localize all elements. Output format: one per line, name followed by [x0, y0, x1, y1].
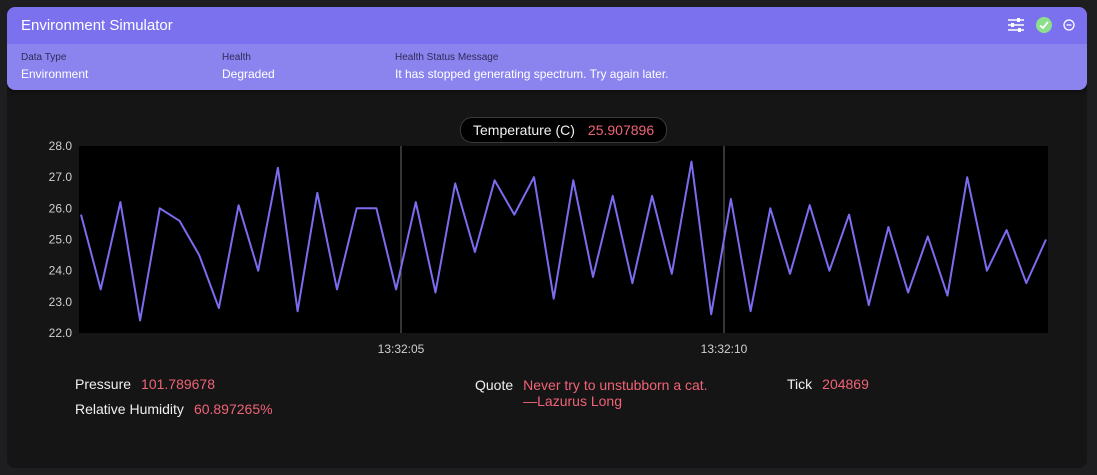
tick-label: Tick — [787, 376, 813, 392]
y-tick-label: 25.0 — [49, 233, 73, 247]
x-tick-label: 13:32:10 — [701, 342, 748, 356]
humidity-value: 60.897265% — [193, 401, 273, 417]
y-tick-label: 27.0 — [49, 170, 73, 184]
quote-author: —Lazurus Long — [523, 393, 622, 409]
quote-stat: Quote Never try to unstubborn a cat. —La… — [475, 377, 708, 409]
x-tick-label: 13:32:05 — [378, 342, 425, 356]
humidity-stat: Relative Humidity 60.897265% — [75, 401, 273, 417]
tick-stat: Tick 204869 — [787, 376, 869, 392]
quote-label: Quote — [475, 377, 514, 393]
y-tick-label: 22.0 — [49, 326, 73, 340]
pressure-label: Pressure — [75, 376, 132, 392]
pressure-stat: Pressure 101.789678 — [75, 376, 215, 392]
y-tick-label: 26.0 — [49, 201, 73, 215]
humidity-label: Relative Humidity — [75, 401, 184, 417]
y-tick-label: 23.0 — [49, 295, 73, 309]
quote-text: Never try to unstubborn a cat. — [523, 377, 708, 393]
temperature-chart: 28.0 27.0 26.0 25.0 24.0 23.0 22.0 13:32:05 13:3… — [49, 139, 1048, 356]
y-tick-label: 24.0 — [49, 264, 73, 278]
y-tick-label: 28.0 — [49, 139, 73, 153]
pressure-value: 101.789678 — [141, 376, 215, 392]
tick-value: 204869 — [822, 376, 869, 392]
simulator-card: Environment Simulator Data Type Environm… — [7, 7, 1087, 468]
